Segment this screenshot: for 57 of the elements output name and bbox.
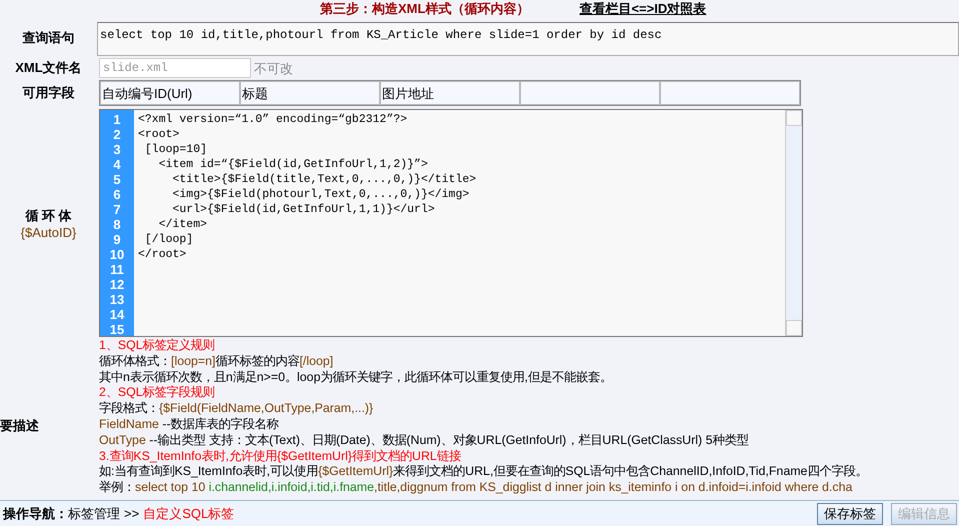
line-number: 7 <box>112 202 122 217</box>
autoid-label: {$AutoID} <box>20 224 76 240</box>
code-line: </root> <box>138 247 188 262</box>
code-line: <img>{$Field(photourl,Text,0,...,0,)}</img> <box>172 187 470 202</box>
field-cell[interactable]: 图片地址 <box>380 81 520 105</box>
description-line: 其中n表示循环次数，且n满足n>=0。loop为循环关键字，此循环体可以重复使用,但是不能嵌套。 <box>99 370 613 386</box>
field-cell[interactable]: 标题 <box>240 81 380 105</box>
line-number: 12 <box>108 277 126 292</box>
step-title: 第三步：构造XML样式（循环内容） <box>320 0 530 18</box>
rule-heading: 2、SQL标签字段规则 <box>99 385 216 402</box>
code-line: </item> <box>158 217 208 232</box>
code-line: [loop=10] <box>144 142 208 157</box>
line-number: 15 <box>108 322 126 337</box>
code-line: <item id=“{$Field(id,GetInfoUrl,1,2)}”> <box>158 157 429 172</box>
code-line: <url>{$Field(id,GetInfoUrl,1,1)}</url> <box>172 202 436 217</box>
breadcrumb: 自定义SQL标签 <box>143 504 234 522</box>
line-number: 5 <box>112 172 122 187</box>
line-number: 11 <box>109 262 125 277</box>
code-line: <root> <box>138 127 180 142</box>
code-line: [/loop] <box>144 232 194 247</box>
breadcrumb[interactable]: 标签管理 <box>68 504 120 522</box>
description-line: 举例：select top 10 i.channelid,i.infoid,i.tid,i.fname,title,diggnum from KS_digglist d inner join ks_iteminfo i on d.infoid=i.infoid where d.cha <box>99 480 854 495</box>
line-number: 14 <box>108 307 126 322</box>
line-number: 8 <box>112 217 122 232</box>
description-line: 循环体格式：[loop=n]循环标签的内容[/loop] <box>99 354 334 370</box>
code-line: <title>{$Field(title,Text,0,...,0,)}</title> <box>172 172 478 187</box>
field-label: XML文件名 <box>14 59 83 77</box>
scroll-up-button[interactable] <box>786 110 802 126</box>
description-line: OutType --输出类型 支持：文本(Text)、日期(Date)、数据(Num)、对象URL(GetInfoUrl)，栏目URL(GetClassUrl) 5种类型 <box>99 432 750 449</box>
field-label: 要描述 <box>0 417 40 435</box>
scroll-down-button[interactable] <box>786 320 802 336</box>
rule-heading: 1、SQL标签定义规则 <box>99 338 216 354</box>
field-label: 循 环 体 <box>25 206 72 224</box>
code-editor[interactable] <box>99 109 803 337</box>
line-number: 2 <box>112 127 122 142</box>
breadcrumb-separator: >> <box>124 506 140 521</box>
line-number: 1 <box>112 112 122 127</box>
line-number: 10 <box>108 247 126 262</box>
rule-heading: 3.查询KS_ItemInfo表时,允许使用{$GetItemUrl}得到文档的URL链接 <box>99 448 462 464</box>
line-number: 3 <box>112 142 122 157</box>
readonly-note: 不可改 <box>254 60 293 78</box>
description-line: 字段格式：{$Field(FieldName,OutType,Param,...)} <box>99 401 374 417</box>
description-line: 如:当有查询到KS_ItemInfo表时,可以使用{$GetItemUrl}来得到文档的URL,但要在查询的SQL语句中包含ChannelID,InfoID,Tid,Fname四个字段。 <box>99 464 868 480</box>
nav-label: 操作导航： <box>3 504 68 522</box>
field-cell[interactable]: 自动编号ID(Url) <box>100 81 240 105</box>
line-number: 9 <box>112 232 122 247</box>
field-label: 可用字段 <box>22 84 76 102</box>
query-field[interactable]: select top 10 id,title,photourl from KS_Article where slide=1 order by id desc <box>97 22 959 56</box>
code-line: <?xml version=“1.0” encoding=“gb2312”?> <box>138 112 408 127</box>
description-line: FieldName --数据库表的字段名称 <box>99 416 280 433</box>
line-number: 6 <box>112 187 122 202</box>
scrollbar[interactable] <box>785 110 802 336</box>
field-label: 查询语句 <box>22 29 76 47</box>
action-button[interactable]: 保存标签 <box>817 502 883 524</box>
id-table-link[interactable]: 查看栏目<=>ID对照表 <box>579 0 706 18</box>
line-number: 4 <box>112 157 122 172</box>
line-number: 13 <box>108 292 126 307</box>
